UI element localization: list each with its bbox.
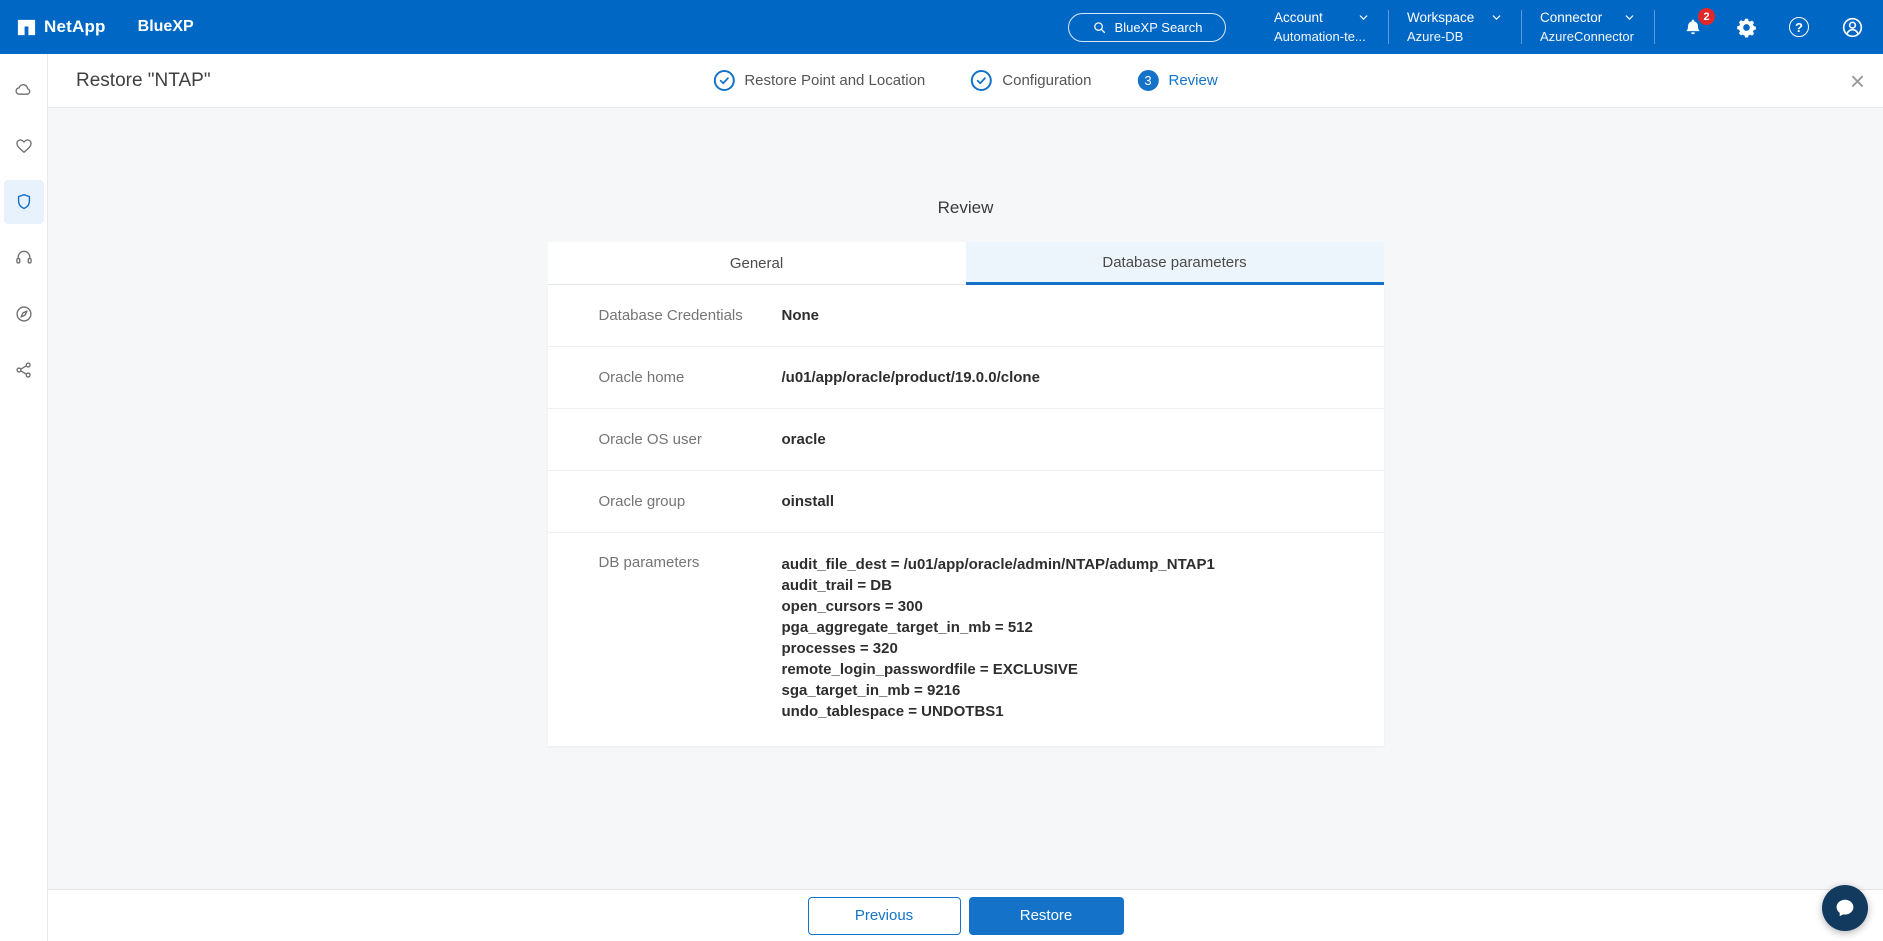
wizard-title: Restore "NTAP": [76, 70, 211, 92]
workspace-value: Azure-DB: [1407, 29, 1503, 44]
account-label: Account: [1274, 10, 1323, 25]
step-configuration[interactable]: Configuration: [971, 70, 1091, 91]
row-label: Oracle home: [599, 369, 782, 386]
chat-bubble-icon: [1834, 897, 1856, 919]
help-icon: ?: [1789, 17, 1809, 37]
workspace-label: Workspace: [1407, 10, 1474, 25]
table-row: Database Credentials None: [548, 285, 1384, 347]
header-actions: BlueXP Search Account Automation-te... W…: [1068, 10, 1867, 44]
brand: NetApp BlueXP: [16, 17, 194, 38]
netapp-logo-icon: [16, 17, 37, 38]
table-row: Oracle group oinstall: [548, 471, 1384, 533]
step-label: Restore Point and Location: [744, 72, 925, 89]
wizard-footer: Previous Restore: [48, 889, 1883, 941]
main-content: Review General Database parameters Datab…: [48, 108, 1883, 889]
gear-icon: [1736, 17, 1757, 38]
step-label: Review: [1169, 72, 1218, 89]
step-number: 3: [1138, 70, 1159, 91]
divider: [1654, 10, 1655, 44]
row-value: /u01/app/oracle/product/19.0.0/clone: [782, 367, 1040, 388]
chat-launcher[interactable]: [1822, 885, 1868, 931]
headset-icon: [14, 248, 34, 268]
table-row: DB parameters audit_file_dest = /u01/app…: [548, 533, 1384, 746]
user-icon: [1841, 16, 1864, 39]
row-label: Oracle group: [599, 493, 782, 510]
step-restore-point-and-location[interactable]: Restore Point and Location: [713, 70, 925, 91]
wizard-stepper: Restore Point and Location Configuration…: [713, 70, 1217, 91]
top-header: NetApp BlueXP BlueXP Search Account Auto…: [0, 0, 1883, 54]
notifications-button[interactable]: 2: [1678, 12, 1708, 42]
row-value: oinstall: [782, 491, 835, 512]
bluexp-search[interactable]: BlueXP Search: [1068, 13, 1226, 42]
workspace-menu[interactable]: Workspace Azure-DB: [1389, 10, 1521, 44]
review-panel: General Database parameters Database Cre…: [548, 242, 1384, 746]
restore-button[interactable]: Restore: [969, 897, 1124, 935]
network-nodes-icon: [14, 360, 34, 380]
compass-icon: [14, 304, 34, 324]
tab-database-parameters[interactable]: Database parameters: [966, 242, 1384, 285]
account-menu[interactable]: Account Automation-te...: [1256, 10, 1388, 44]
sidebar-item-governance[interactable]: [4, 348, 44, 392]
page-title: Review: [48, 198, 1883, 218]
heart-icon: [14, 136, 34, 156]
help-button[interactable]: ?: [1784, 12, 1814, 42]
sidebar-item-canvas[interactable]: [4, 68, 44, 112]
row-value: None: [782, 305, 820, 326]
chevron-down-icon: [1490, 11, 1503, 24]
table-row: Oracle OS user oracle: [548, 409, 1384, 471]
close-button[interactable]: ×: [1850, 68, 1865, 94]
review-table: Database Credentials None Oracle home /u…: [548, 285, 1384, 746]
search-icon: [1092, 20, 1107, 35]
sidebar-item-extensions[interactable]: [4, 292, 44, 336]
settings-button[interactable]: [1731, 12, 1761, 42]
tab-general[interactable]: General: [548, 242, 966, 285]
shield-icon: [14, 192, 34, 212]
step-review[interactable]: 3 Review: [1138, 70, 1218, 91]
brand-name: NetApp: [44, 17, 106, 37]
left-sidebar: [0, 54, 48, 941]
check-icon: [713, 70, 734, 91]
row-label: DB parameters: [599, 554, 782, 571]
sidebar-item-health[interactable]: [4, 124, 44, 168]
previous-button[interactable]: Previous: [808, 897, 961, 935]
connector-label: Connector: [1540, 10, 1602, 25]
step-label: Configuration: [1002, 72, 1091, 89]
row-value: audit_file_dest = /u01/app/oracle/admin/…: [782, 554, 1215, 722]
check-icon: [971, 70, 992, 91]
review-tabs: General Database parameters: [548, 242, 1384, 285]
product-name: BlueXP: [138, 18, 194, 36]
account-value: Automation-te...: [1274, 29, 1370, 44]
sidebar-item-protection[interactable]: [4, 180, 44, 224]
row-label: Oracle OS user: [599, 431, 782, 448]
row-value: oracle: [782, 429, 826, 450]
wizard-header: Restore "NTAP" Restore Point and Locatio…: [48, 54, 1883, 108]
notification-badge: 2: [1698, 8, 1715, 25]
connector-menu[interactable]: Connector AzureConnector: [1522, 10, 1654, 44]
row-label: Database Credentials: [599, 307, 782, 324]
profile-button[interactable]: [1837, 12, 1867, 42]
chevron-down-icon: [1623, 11, 1636, 24]
sidebar-item-support[interactable]: [4, 236, 44, 280]
connector-value: AzureConnector: [1540, 29, 1636, 44]
search-label: BlueXP Search: [1115, 20, 1203, 35]
cloud-icon: [14, 80, 34, 100]
table-row: Oracle home /u01/app/oracle/product/19.0…: [548, 347, 1384, 409]
chevron-down-icon: [1357, 11, 1370, 24]
